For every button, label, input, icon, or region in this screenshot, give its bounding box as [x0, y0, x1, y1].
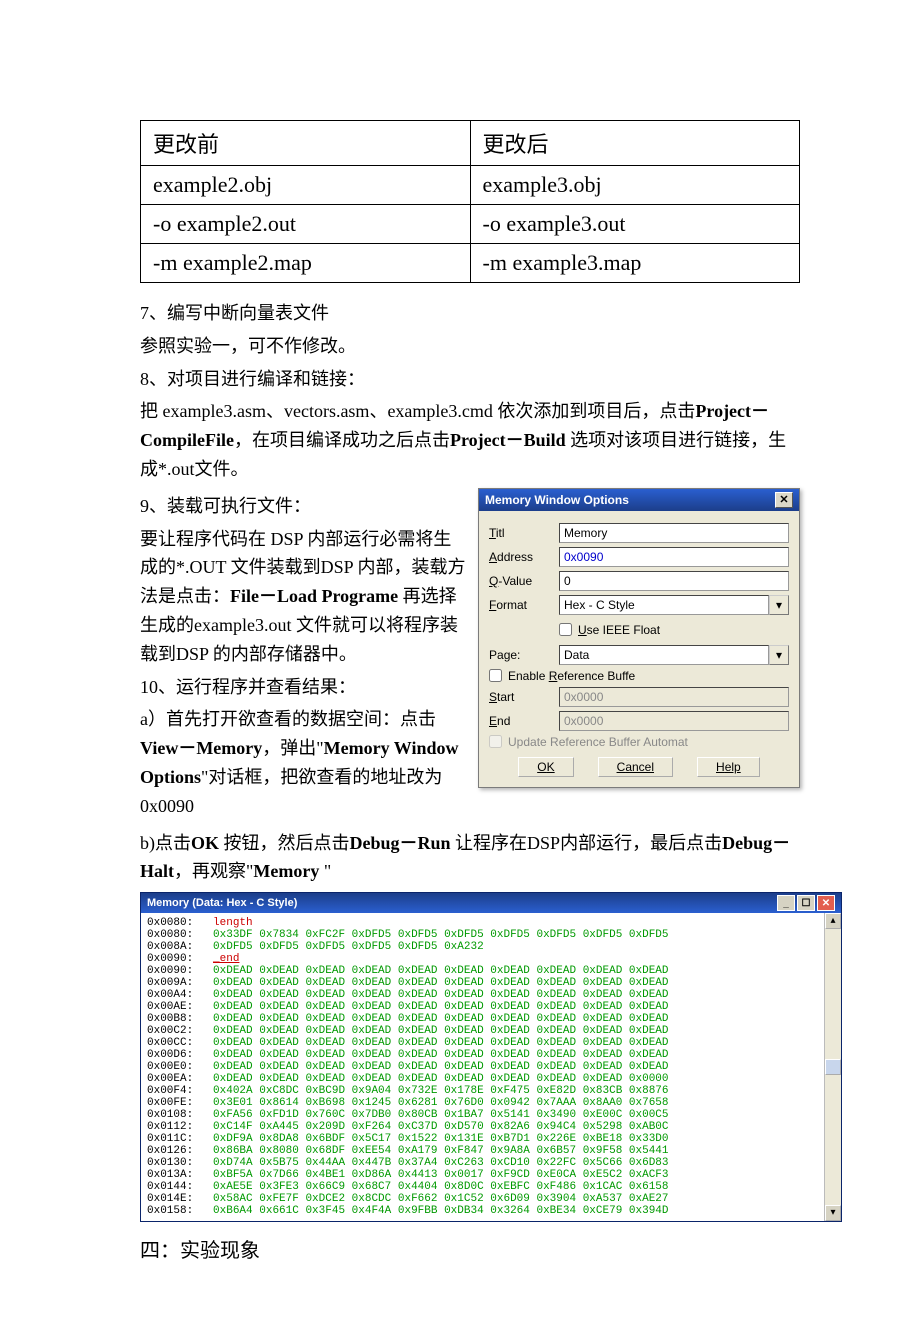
address-label: Address [489, 550, 559, 564]
qvalue-label: Q-Value [489, 574, 559, 588]
format-label: Format [489, 598, 559, 612]
scroll-up-icon[interactable]: ▴ [825, 913, 841, 929]
step-7: 7、编写中断向量表文件 [140, 299, 800, 328]
close-icon[interactable]: ✕ [775, 492, 793, 508]
ieee-check[interactable]: Use IEEE Float [559, 623, 660, 637]
cell-r2b: -o example3.out [470, 205, 800, 244]
enable-ref-checkbox[interactable] [489, 669, 502, 682]
page-label: Page: [489, 648, 559, 662]
cell-r3a: -m example2.map [141, 244, 471, 283]
step-10: 10、运行程序并查看结果： [140, 673, 466, 702]
cell-r1b: example3.obj [470, 166, 800, 205]
scroll-down-icon[interactable]: ▾ [825, 1205, 841, 1221]
start-label: Start [489, 690, 559, 704]
enable-ref-check[interactable]: Enable Reference Buffe [489, 669, 789, 683]
format-combo[interactable]: ▾ [559, 595, 789, 615]
minimize-icon[interactable]: _ [777, 895, 795, 911]
step-9: 9、装载可执行文件： [140, 492, 466, 521]
update-ref-check: Update Reference Buffer Automat [489, 735, 789, 749]
cell-r1a: example2.obj [141, 166, 471, 205]
format-value[interactable] [559, 595, 769, 615]
step-10a: a）首先打开欲查看的数据空间：点击View－Memory，弹出"Memory W… [140, 705, 466, 820]
memory-window-titlebar[interactable]: Memory (Data: Hex - C Style) _ ☐ ✕ [141, 893, 841, 913]
section-4-heading: 四：实验现象 [140, 1234, 800, 1263]
ok-button[interactable]: OK [518, 757, 573, 777]
step-7-body: 参照实验一，可不作修改。 [140, 332, 800, 361]
memory-options-dialog: Memory Window Options ✕ Titl Address Q-V… [478, 488, 800, 788]
memory-dump[interactable]: 0x0080: length 0x0080: 0x33DF 0x7834 0xF… [141, 913, 824, 1221]
maximize-icon[interactable]: ☐ [797, 895, 815, 911]
th-before: 更改前 [141, 121, 471, 166]
cancel-button[interactable]: Cancel [598, 757, 673, 777]
scrollbar[interactable]: ▴ ▾ [824, 913, 841, 1221]
dialog-title: Memory Window Options [485, 493, 629, 507]
help-button[interactable]: Help [697, 757, 760, 777]
memory-window-title: Memory (Data: Hex - C Style) [147, 897, 297, 909]
qvalue-input[interactable] [559, 571, 789, 591]
end-label: End [489, 714, 559, 728]
ieee-checkbox[interactable] [559, 623, 572, 636]
th-after: 更改后 [470, 121, 800, 166]
step-9-body: 要让程序代码在 DSP 内部运行必需将生成的*.OUT 文件装载到DSP 内部，… [140, 525, 466, 669]
memory-window: Memory (Data: Hex - C Style) _ ☐ ✕ 0x008… [140, 892, 842, 1222]
file-change-table: 更改前 更改后 example2.obj example3.obj -o exa… [140, 120, 800, 283]
update-ref-checkbox [489, 735, 502, 748]
cell-r2a: -o example2.out [141, 205, 471, 244]
title-label: Titl [489, 526, 559, 540]
start-input [559, 687, 789, 707]
chevron-down-icon[interactable]: ▾ [769, 595, 789, 615]
step-10b: b)点击OK 按钮，然后点击Debug－Run 让程序在DSP内部运行，最后点击… [140, 829, 800, 887]
scroll-thumb[interactable] [825, 1059, 841, 1075]
step-8-body: 把 example3.asm、vectors.asm、example3.cmd … [140, 397, 800, 483]
step-8: 8、对项目进行编译和链接： [140, 365, 800, 394]
address-input[interactable] [559, 547, 789, 567]
cell-r3b: -m example3.map [470, 244, 800, 283]
end-input [559, 711, 789, 731]
dialog-titlebar[interactable]: Memory Window Options ✕ [479, 489, 799, 511]
chevron-down-icon[interactable]: ▾ [769, 645, 789, 665]
page-value[interactable] [559, 645, 769, 665]
close-icon[interactable]: ✕ [817, 895, 835, 911]
title-input[interactable] [559, 523, 789, 543]
page-combo[interactable]: ▾ [559, 645, 789, 665]
